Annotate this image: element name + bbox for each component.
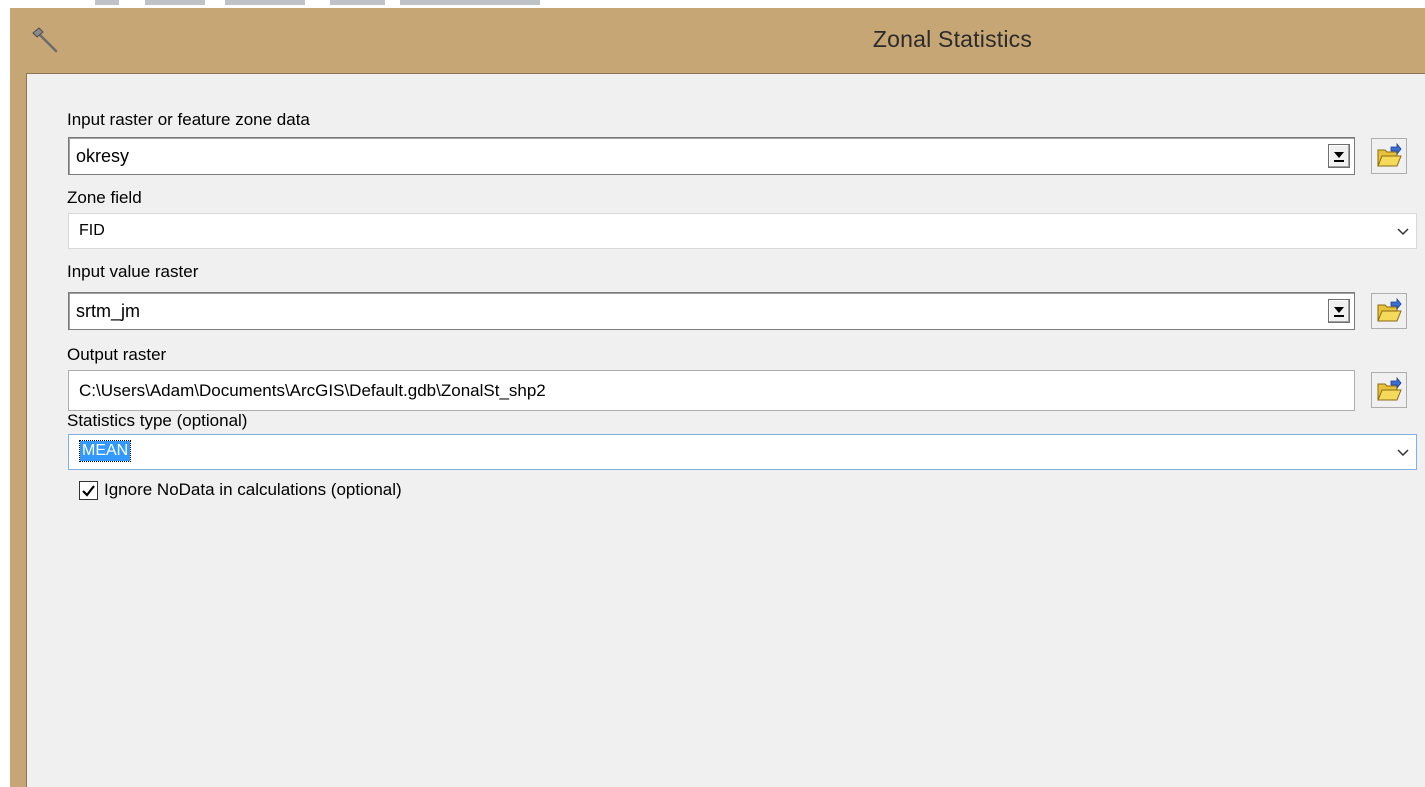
statistics-type-label: Statistics type (optional) bbox=[67, 411, 248, 430]
output-raster-value: C:\Users\Adam\Documents\ArcGIS\Default.g… bbox=[79, 381, 546, 400]
zone-field-select[interactable]: FID bbox=[68, 213, 1417, 249]
input-zone-combobox[interactable]: okresy bbox=[68, 137, 1355, 175]
input-value-raster-label: Input value raster bbox=[67, 262, 199, 281]
statistics-type-value: MEAN bbox=[78, 440, 132, 462]
statistics-type-select[interactable]: MEAN bbox=[68, 434, 1417, 470]
output-raster-input[interactable]: C:\Users\Adam\Documents\ArcGIS\Default.g… bbox=[68, 370, 1355, 411]
input-value-raster-browse-button[interactable] bbox=[1371, 293, 1407, 329]
zone-field-label: Zone field bbox=[67, 188, 142, 207]
dropdown-arrow-icon bbox=[1334, 152, 1344, 158]
title-bar[interactable]: Zonal Statistics bbox=[10, 8, 1425, 73]
checkmark-icon bbox=[82, 485, 95, 497]
input-zone-dropdown-button[interactable] bbox=[1328, 144, 1350, 168]
input-value-raster-value: srtm_jm bbox=[76, 301, 140, 321]
screen: Zonal Statistics Input raster or feature… bbox=[0, 0, 1425, 787]
dropdown-arrow-icon bbox=[1334, 307, 1344, 313]
ignore-nodata-checkbox[interactable] bbox=[79, 481, 98, 500]
output-raster-browse-button[interactable] bbox=[1371, 372, 1407, 408]
output-raster-label: Output raster bbox=[67, 345, 167, 364]
ignore-nodata-label: Ignore NoData in calculations (optional) bbox=[104, 480, 402, 499]
input-zone-browse-button[interactable] bbox=[1371, 138, 1407, 174]
input-value-raster-dropdown-button[interactable] bbox=[1328, 299, 1350, 323]
chevron-down-icon bbox=[1397, 225, 1409, 237]
input-zone-label: Input raster or feature zone data bbox=[67, 110, 310, 129]
zonal-statistics-dialog: Zonal Statistics Input raster or feature… bbox=[10, 8, 1425, 787]
input-value-raster-combobox[interactable]: srtm_jm bbox=[68, 292, 1355, 330]
window-title: Zonal Statistics bbox=[872, 26, 1033, 52]
input-zone-value: okresy bbox=[76, 146, 130, 166]
zone-field-value: FID bbox=[79, 222, 105, 239]
chevron-down-icon bbox=[1397, 446, 1409, 458]
tool-parameters-panel: Input raster or feature zone data okresy bbox=[26, 73, 1425, 787]
background-toolbar-strip bbox=[0, 0, 1425, 8]
